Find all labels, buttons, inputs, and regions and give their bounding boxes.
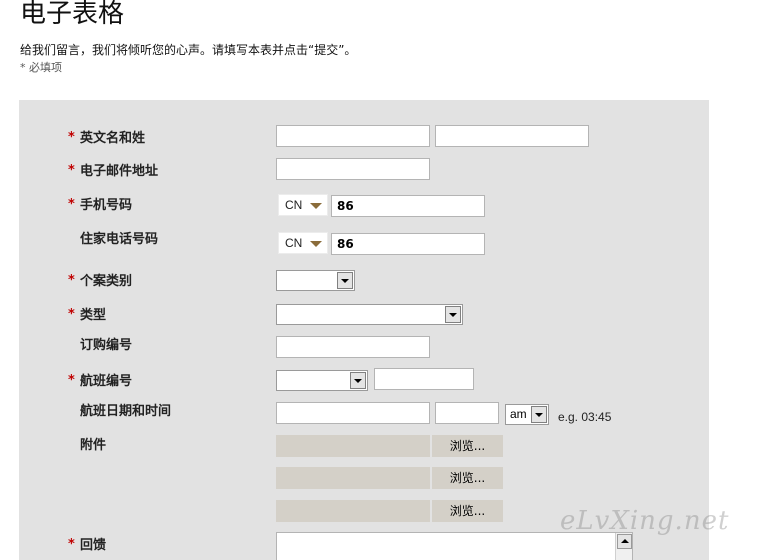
home-phone-label: 住家电话号码 (80, 232, 159, 247)
attachment-path-2 (276, 467, 430, 489)
flight-datetime-label: 航班日期和时间 (80, 404, 172, 419)
chevron-down-icon (337, 272, 353, 289)
browse-button-3[interactable]: 浏览... (432, 500, 503, 522)
ampm-select[interactable]: am (505, 404, 549, 425)
required-marker: * (68, 373, 75, 388)
chevron-down-icon (310, 203, 322, 209)
required-marker: * (68, 197, 75, 212)
chevron-down-icon (310, 241, 322, 247)
page-title: 电子表格 (20, 0, 125, 29)
feedback-label: 回馈 (80, 538, 107, 553)
order-number-label: 订购编号 (80, 338, 133, 353)
browse-button-2[interactable]: 浏览... (432, 467, 503, 489)
mobile-input[interactable]: 86 (331, 195, 485, 217)
time-format-hint: e.g. 03:45 (558, 410, 612, 424)
required-marker: * (68, 537, 75, 552)
scroll-up-icon[interactable] (617, 534, 632, 549)
type-label: 类型 (80, 308, 107, 323)
case-category-select[interactable] (276, 270, 355, 291)
mobile-country-select[interactable]: CN (278, 194, 328, 216)
required-marker: * (68, 307, 75, 322)
required-marker: * (68, 163, 75, 178)
watermark: eLvXing.net (560, 506, 730, 536)
mobile-country-value: CN (285, 198, 303, 212)
ampm-value: am (510, 407, 527, 421)
chevron-down-icon (350, 372, 366, 389)
chevron-down-icon (531, 406, 547, 423)
flight-number-input[interactable] (374, 368, 474, 390)
feedback-textarea[interactable] (276, 532, 633, 560)
required-note: * 必填项 (20, 61, 62, 74)
required-marker: * (68, 273, 75, 288)
type-select[interactable] (276, 304, 463, 325)
attachment-label: 附件 (80, 438, 107, 453)
intro-text: 给我们留言，我们将倾听您的心声。请填写本表并点击“提交”。 (20, 43, 357, 57)
home-phone-input[interactable]: 86 (331, 233, 485, 255)
required-marker: * (68, 130, 75, 145)
attachment-path-3 (276, 500, 430, 522)
mobile-label: 手机号码 (80, 198, 133, 213)
email-label: 电子邮件地址 (80, 164, 159, 179)
flight-number-label: 航班编号 (80, 374, 133, 389)
textarea-scrollbar[interactable] (615, 533, 632, 560)
flight-date-input[interactable] (276, 402, 430, 424)
last-name-input[interactable] (435, 125, 589, 147)
home-country-select[interactable]: CN (278, 232, 328, 254)
chevron-down-icon (445, 306, 461, 323)
home-country-value: CN (285, 236, 303, 250)
first-name-input[interactable] (276, 125, 430, 147)
name-label: 英文名和姓 (80, 131, 146, 146)
attachment-path-1 (276, 435, 430, 457)
case-category-label: 个案类别 (80, 274, 133, 289)
order-number-input[interactable] (276, 336, 430, 358)
flight-prefix-select[interactable] (276, 370, 368, 391)
flight-time-input[interactable] (435, 402, 499, 424)
browse-button-1[interactable]: 浏览... (432, 435, 503, 457)
email-input[interactable] (276, 158, 430, 180)
